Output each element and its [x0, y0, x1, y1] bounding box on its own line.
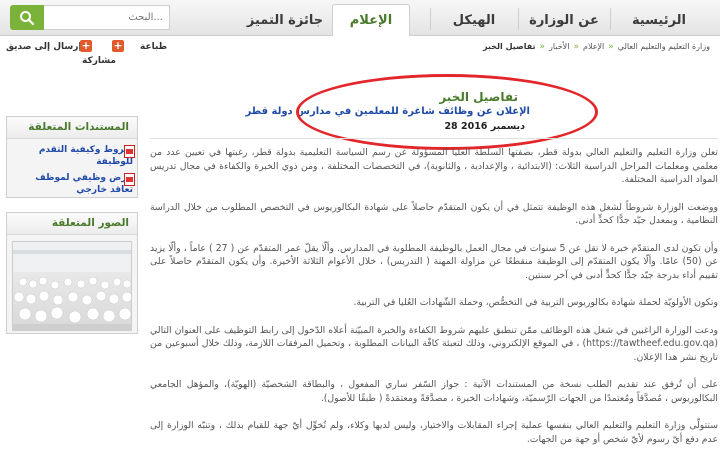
document-link[interactable]: عرض وظيفي لموظف تعاقد خارجي — [7, 170, 137, 198]
pdf-icon — [124, 145, 135, 158]
send-to-friend-label: إرسال إلى صديق — [6, 42, 82, 52]
related-photos-title: الصور المتعلقة — [7, 213, 137, 235]
document-link-label: شروط وكيفية التقدم للوظيفة — [38, 145, 133, 167]
article-paragraph: ستتولّى وزارة التعليم والتعليم العالي بن… — [150, 420, 718, 445]
share-label: مشاركة — [82, 56, 116, 66]
document-link[interactable]: شروط وكيفية التقدم للوظيفة — [7, 142, 137, 170]
divider — [150, 138, 718, 139]
top-navigation: الرئيسية عن الوزارة الهيكل الخدمات الإعل… — [0, 0, 720, 36]
related-documents-panel: المستندات المتعلقة شروط وكيفية التقدم لل… — [6, 116, 138, 198]
tab-excellence-award[interactable]: جائزة التميز — [240, 4, 330, 36]
search-button[interactable] — [10, 5, 44, 30]
print-button[interactable]: طباعة — [140, 42, 167, 52]
send-to-friend-button[interactable]: إرسال إلى صديق — [6, 42, 82, 52]
print-label: طباعة — [140, 42, 168, 52]
document-link-label: عرض وظيفي لموظف تعاقد خارجي — [35, 173, 133, 195]
chevron-left-icon: « — [573, 42, 579, 52]
article-paragraph: على أن تُرفق عند تقديم الطلب نسخة من الم… — [150, 379, 718, 404]
tab-home[interactable]: الرئيسية — [612, 4, 706, 36]
article-paragraph: وأن تكون لدى المتقدّم خبرة لا تقل عن 5 س… — [150, 242, 718, 281]
tab-separator — [430, 8, 431, 30]
article-paragraph: تعلن وزارة التعليم والتعليم العالي بدولة… — [150, 147, 718, 185]
article-paragraph: ودعت الوزارة الراغبين في شغل هذه الوظائف… — [150, 324, 718, 363]
breadcrumb-ministry[interactable]: وزارة التعليم والتعليم العالي — [618, 42, 710, 51]
tab-separator — [610, 8, 611, 30]
tab-media[interactable]: الإعلام — [332, 4, 410, 36]
search-icon — [20, 10, 35, 25]
tab-structure[interactable]: الهيكل — [432, 4, 516, 36]
article-body: تعلن وزارة التعليم والتعليم العالي بدولة… — [150, 146, 718, 460]
article-paragraph: وتكون الأولويّة لحملة شهادة بكالوريوس ال… — [353, 297, 718, 308]
pdf-icon — [124, 173, 135, 186]
tab-about[interactable]: عن الوزارة — [520, 4, 608, 36]
photo-illustration — [13, 242, 131, 330]
related-documents-title: المستندات المتعلقة — [7, 117, 137, 139]
share-button[interactable]: مشاركة — [82, 56, 116, 66]
tab-separator — [518, 8, 519, 30]
article-paragraph: ووضعت الوزارة شروطاً لشغل هذه الوظيفة تت… — [150, 201, 718, 227]
print-plus-icon[interactable]: + — [112, 40, 124, 52]
breadcrumb-media[interactable]: الإعلام — [583, 42, 604, 51]
breadcrumb-current: تفاصيل الخبر — [483, 42, 536, 51]
chevron-left-icon: « — [608, 42, 614, 52]
related-photo[interactable] — [12, 241, 132, 331]
breadcrumb-news[interactable]: الأخبار — [549, 42, 569, 51]
breadcrumb: وزارة التعليم والتعليم العالي«الإعلام«ال… — [483, 42, 710, 52]
send-plus-icon[interactable]: + — [80, 40, 92, 52]
search-box — [10, 5, 170, 30]
search-input[interactable] — [44, 5, 170, 30]
chevron-left-icon: « — [539, 42, 546, 52]
related-photos-panel: الصور المتعلقة — [6, 212, 138, 334]
